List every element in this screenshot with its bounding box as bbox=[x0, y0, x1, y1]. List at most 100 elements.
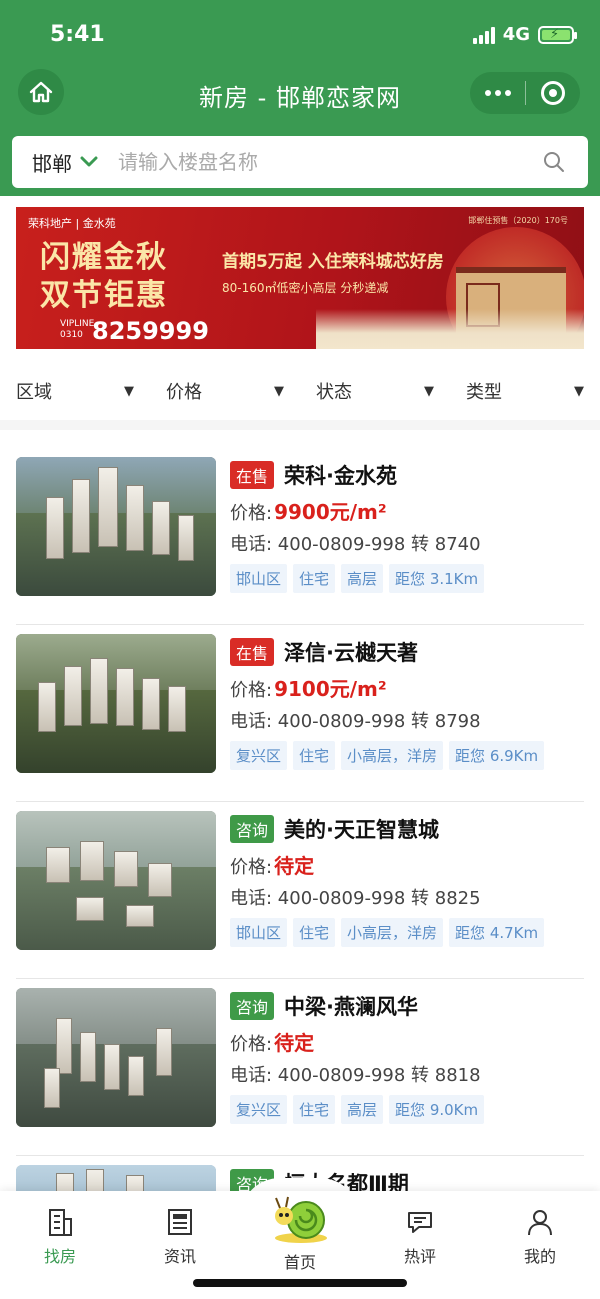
property-phone[interactable]: 电话: 400-0809-998 转 8740 bbox=[230, 530, 584, 556]
price-label: 价格: bbox=[230, 857, 273, 878]
tag-district: 邯山区 bbox=[230, 564, 288, 593]
tag-distance: 距您 4.7Km bbox=[449, 918, 545, 947]
banner-phone: 8259999 bbox=[92, 317, 209, 345]
property-phone[interactable]: 电话: 400-0809-998 转 8798 bbox=[230, 707, 584, 733]
property-name: 中梁·燕澜风华 bbox=[284, 995, 418, 1019]
filter-status[interactable]: 状态 ▼ bbox=[300, 362, 450, 420]
chevron-down-icon[interactable] bbox=[80, 156, 98, 168]
price-label: 价格: bbox=[230, 1034, 273, 1055]
filter-type[interactable]: 类型 ▼ bbox=[450, 362, 600, 420]
property-info: 咨询 中梁·燕澜风华 价格: 待定 电话: 400-0809-998 转 8818… bbox=[230, 991, 584, 1124]
price-label: 价格: bbox=[230, 680, 273, 701]
section-divider bbox=[0, 420, 600, 430]
close-icon bbox=[541, 81, 565, 105]
filter-district[interactable]: 区域 ▼ bbox=[0, 362, 150, 420]
property-tags: 复兴区 住宅 高层 距您 9.0Km bbox=[230, 1095, 584, 1124]
tag-distance: 距您 9.0Km bbox=[389, 1095, 485, 1124]
property-photo bbox=[16, 457, 216, 596]
tag-district: 复兴区 bbox=[230, 1095, 288, 1124]
status-badge: 在售 bbox=[230, 461, 275, 489]
banner-license: 邯郸住预售（2020）170号 bbox=[468, 216, 568, 225]
tab-profile[interactable]: 我的 bbox=[480, 1191, 600, 1299]
tag-building-type: 高层 bbox=[341, 1095, 384, 1124]
tab-find-house[interactable]: 找房 bbox=[0, 1191, 120, 1299]
tab-label: 首页 bbox=[283, 1253, 316, 1272]
filter-price[interactable]: 价格 ▼ bbox=[150, 362, 300, 420]
property-name: 美的·天正智慧城 bbox=[284, 818, 439, 842]
property-price: 待定 bbox=[274, 1031, 315, 1055]
tab-label: 找房 bbox=[43, 1247, 76, 1266]
promo-banner[interactable]: 荣科地产 | 金水苑 邯郸住预售（2020）170号 闪耀金秋 双节钜惠 首期5… bbox=[16, 207, 584, 349]
signal-icon bbox=[472, 26, 495, 44]
comment-icon bbox=[408, 1212, 432, 1233]
tag-building-type: 小高层，洋房 bbox=[341, 741, 444, 770]
banner-vip-label-line1: VIPLINE bbox=[60, 319, 95, 329]
filter-label: 区域 bbox=[16, 382, 52, 403]
tag-district: 邯山区 bbox=[230, 918, 288, 947]
search-icon[interactable] bbox=[534, 150, 574, 174]
property-card[interactable]: 咨询 中梁·燕澜风华 价格: 待定 电话: 400-0809-998 转 8818… bbox=[16, 979, 584, 1156]
property-list: 在售 荣科·金水苑 价格: 9900元/m² 电话: 400-0809-998 转… bbox=[16, 448, 584, 1299]
status-badge: 咨询 bbox=[230, 815, 275, 843]
property-name: 泽信·云樾天著 bbox=[284, 641, 418, 665]
tag-building-type: 小高层，洋房 bbox=[341, 918, 444, 947]
network-type: 4G bbox=[502, 24, 530, 45]
tab-label: 资讯 bbox=[163, 1247, 196, 1266]
banner-vip-label-line2: 0310 bbox=[60, 330, 83, 340]
property-phone[interactable]: 电话: 400-0809-998 转 8825 bbox=[230, 884, 584, 910]
battery-icon: ⚡ bbox=[538, 25, 577, 44]
banner-offer: 首期5万起 入住荣科城芯好房 bbox=[222, 252, 444, 272]
property-card[interactable]: 在售 荣科·金水苑 价格: 9900元/m² 电话: 400-0809-998 转… bbox=[16, 448, 584, 625]
property-price: 9100元/m² bbox=[274, 677, 387, 701]
tag-distance: 距您 6.9Km bbox=[449, 741, 545, 770]
building-icon bbox=[49, 1209, 72, 1236]
banner-headline: 闪耀金秋 双节钜惠 bbox=[40, 239, 168, 315]
city-selector[interactable]: 邯郸 bbox=[32, 148, 72, 177]
status-badge: 咨询 bbox=[230, 992, 275, 1020]
property-info: 在售 泽信·云樾天著 价格: 9100元/m² 电话: 400-0809-998 … bbox=[230, 637, 584, 770]
banner-vip-label: VIPLINE 0310 bbox=[60, 319, 94, 341]
tag-distance: 距您 3.1Km bbox=[389, 564, 485, 593]
property-photo bbox=[16, 634, 216, 773]
status-badge: 在售 bbox=[230, 638, 275, 666]
close-button[interactable] bbox=[526, 72, 580, 114]
property-card[interactable]: 在售 泽信·云樾天著 价格: 9100元/m² 电话: 400-0809-998 … bbox=[16, 625, 584, 802]
property-phone[interactable]: 电话: 400-0809-998 转 8818 bbox=[230, 1061, 584, 1087]
banner-brand: 荣科地产 | 金水苑 bbox=[28, 217, 116, 230]
more-menu-button[interactable] bbox=[470, 72, 525, 114]
status-indicators: 4G ⚡ bbox=[472, 24, 577, 45]
banner-headline-line2: 双节钜惠 bbox=[40, 278, 168, 313]
caret-down-icon: ▼ bbox=[274, 383, 284, 399]
tag-building-type: 高层 bbox=[341, 564, 384, 593]
user-icon bbox=[528, 1210, 552, 1236]
tag-district: 复兴区 bbox=[230, 741, 288, 770]
property-tags: 邯山区 住宅 高层 距您 3.1Km bbox=[230, 564, 584, 593]
search-bar: 邯郸 bbox=[12, 136, 588, 188]
property-photo bbox=[16, 988, 216, 1127]
banner-subtitle: 80-160㎡低密小高层 分秒递减 bbox=[222, 281, 389, 295]
property-info: 在售 荣科·金水苑 价格: 9900元/m² 电话: 400-0809-998 转… bbox=[230, 460, 584, 593]
property-photo bbox=[16, 811, 216, 950]
property-tags: 邯山区 住宅 小高层，洋房 距您 4.7Km bbox=[230, 918, 584, 947]
banner-headline-line1: 闪耀金秋 bbox=[40, 240, 168, 275]
caret-down-icon: ▼ bbox=[424, 383, 434, 399]
tab-label: 热评 bbox=[403, 1247, 436, 1266]
property-card[interactable]: 咨询 美的·天正智慧城 价格: 待定 电话: 400-0809-998 转 882… bbox=[16, 802, 584, 979]
search-input[interactable] bbox=[118, 150, 534, 174]
property-price: 待定 bbox=[274, 854, 315, 878]
property-info: 咨询 美的·天正智慧城 价格: 待定 电话: 400-0809-998 转 882… bbox=[230, 814, 584, 947]
property-price: 9900元/m² bbox=[274, 500, 387, 524]
filter-label: 价格 bbox=[166, 382, 202, 403]
snail-icon[interactable] bbox=[270, 1194, 332, 1244]
banner-hills-illustration bbox=[316, 309, 584, 349]
filter-label: 状态 bbox=[316, 382, 352, 403]
caret-down-icon: ▼ bbox=[124, 383, 134, 399]
news-icon bbox=[168, 1209, 192, 1235]
filter-bar: 区域 ▼ 价格 ▼ 状态 ▼ 类型 ▼ bbox=[0, 362, 600, 420]
filter-label: 类型 bbox=[466, 382, 502, 403]
tag-usage: 住宅 bbox=[293, 1095, 336, 1124]
home-indicator bbox=[193, 1279, 407, 1287]
caret-down-icon: ▼ bbox=[574, 383, 584, 399]
mini-program-capsule bbox=[470, 72, 580, 114]
property-tags: 复兴区 住宅 小高层，洋房 距您 6.9Km bbox=[230, 741, 584, 770]
